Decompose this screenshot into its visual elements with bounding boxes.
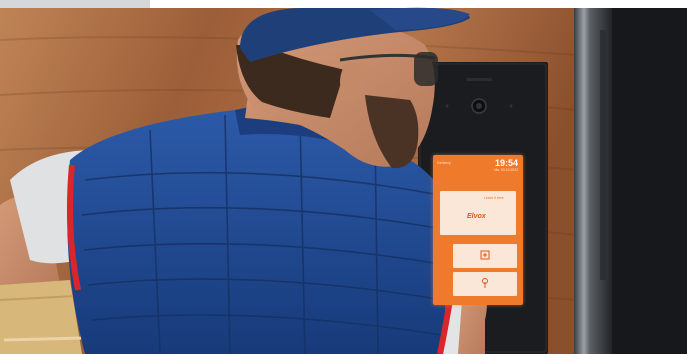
background-photo xyxy=(0,0,687,354)
tap-tile[interactable] xyxy=(453,272,517,296)
hand-tap-icon xyxy=(482,278,488,288)
photo-scene: Delivery 19:54 Mo, 03.10.2022 Leave it h… xyxy=(0,0,687,354)
delivery-tile[interactable]: Leave it here Elvox xyxy=(440,191,516,235)
screen-date: Mo, 03.10.2022 xyxy=(494,168,518,172)
parcel-scan-icon xyxy=(480,250,490,260)
ear xyxy=(340,62,364,102)
top-light-strip xyxy=(0,0,150,8)
scan-tile[interactable] xyxy=(453,244,517,268)
tile-note: Leave it here xyxy=(484,196,504,200)
door-dark xyxy=(612,8,687,354)
door-frame xyxy=(574,8,614,354)
brand-logo: Elvox xyxy=(467,213,486,220)
parcel xyxy=(0,280,82,354)
screen-time: 19:54 xyxy=(494,158,518,168)
screen-status: Delivery xyxy=(437,161,451,165)
intercom-screen[interactable]: Delivery 19:54 Mo, 03.10.2022 Leave it h… xyxy=(433,155,523,305)
